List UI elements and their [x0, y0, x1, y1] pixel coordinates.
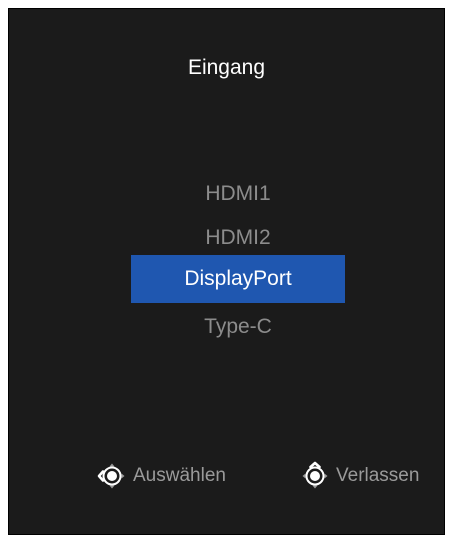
- input-option-displayport[interactable]: DisplayPort: [131, 255, 345, 303]
- select-hint-label: Auswählen: [133, 465, 226, 486]
- joystick-up-icon: [302, 461, 328, 489]
- joystick-left-icon: [97, 463, 125, 489]
- menu-title: Eingang: [187, 56, 266, 79]
- input-option-type-c[interactable]: Type-C: [131, 303, 345, 351]
- input-option-hdmi1[interactable]: HDMI1: [131, 170, 345, 218]
- exit-hint-label: Verlassen: [336, 465, 420, 486]
- select-hint[interactable]: Auswählen: [97, 461, 226, 491]
- exit-hint[interactable]: Verlassen: [300, 461, 419, 491]
- osd-input-menu: Eingang HDMI1 HDMI2 DisplayPort Type-C A…: [8, 8, 445, 535]
